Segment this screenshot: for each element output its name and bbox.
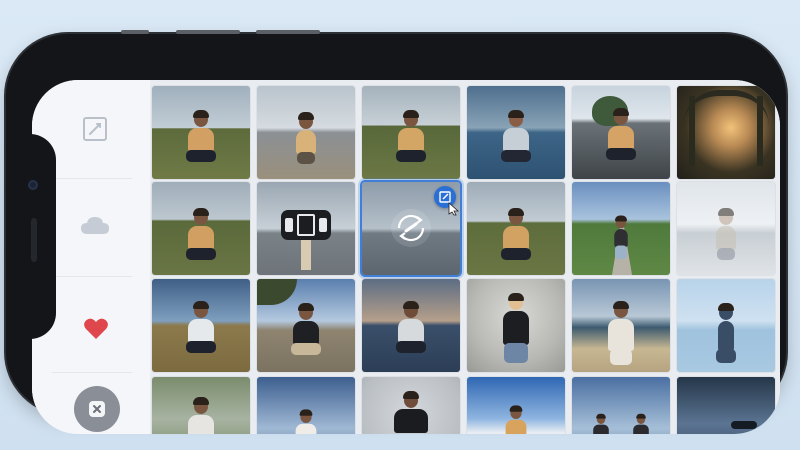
photo-subject [396,110,426,162]
photo-subject [394,391,428,433]
photo-subject [186,301,216,353]
photo-subject [186,110,216,162]
photo-thumbnail[interactable] [467,86,565,179]
photo-thumbnail[interactable] [572,86,670,179]
photo-subject [716,208,736,260]
photo-thumbnail[interactable] [467,182,565,275]
photo-subject [501,110,531,162]
photo-thumbnail[interactable] [257,182,355,275]
cloud-button[interactable] [76,210,114,240]
photo-subject [503,293,529,363]
photo-thumbnail[interactable] [257,86,355,179]
photo-subject [186,208,216,260]
heart-icon [84,318,108,339]
phone-frame [6,30,786,434]
photo-thumbnail[interactable] [362,377,460,434]
photo-thumbnail[interactable] [677,279,775,372]
screen [32,80,780,434]
photo-subject [396,301,426,353]
photo-subject [505,405,527,434]
photo-thumbnail[interactable] [572,182,670,275]
photo-subject [593,413,610,434]
photo-subject [608,301,634,365]
photo-subject [501,208,531,260]
photo-thumbnail[interactable] [677,86,775,179]
photo-grid [150,80,780,434]
photo-subject [188,397,214,434]
favorite-button[interactable] [80,314,112,344]
close-button[interactable] [74,386,120,432]
photo-subject [295,409,317,434]
sidebar-divider [52,372,132,373]
photo-thumbnail[interactable] [152,377,250,434]
rotate-tool[interactable] [391,209,431,247]
photo-thumbnail[interactable] [467,377,565,434]
photo-thumbnail[interactable] [677,182,775,275]
photo-thumbnail[interactable] [152,86,250,179]
earpiece-speaker [31,218,37,262]
photo-thumbnail[interactable] [257,377,355,434]
volume-button [256,30,320,34]
cursor-icon [448,202,460,216]
photo-thumbnail[interactable] [677,377,775,434]
photo-thumbnail[interactable] [572,279,670,372]
photo-thumbnail-selected[interactable] [362,182,460,275]
photo-subject [291,303,321,355]
edit-icon [83,117,107,141]
photo-thumbnail[interactable] [152,279,250,372]
photo-thumbnail[interactable] [572,377,670,434]
photo-thumbnail[interactable] [152,182,250,275]
photo-subject [296,112,316,164]
volume-button [176,30,240,34]
close-icon [89,401,105,417]
photo-subject [606,108,636,160]
action-button [121,30,149,34]
photo-thumbnail[interactable] [362,86,460,179]
cloud-icon [81,217,109,234]
photo-thumbnail[interactable] [467,279,565,372]
sidebar-divider [52,276,132,277]
photo-thumbnail[interactable] [362,279,460,372]
photo-subject [614,215,628,259]
photo-subject [632,413,649,434]
photo-subject [716,303,736,363]
sidebar-divider [52,178,132,179]
phone-overlay [281,210,331,240]
front-camera [28,180,38,190]
photo-thumbnail[interactable] [257,279,355,372]
edit-button[interactable] [78,112,112,146]
rotate-icon [397,214,425,242]
